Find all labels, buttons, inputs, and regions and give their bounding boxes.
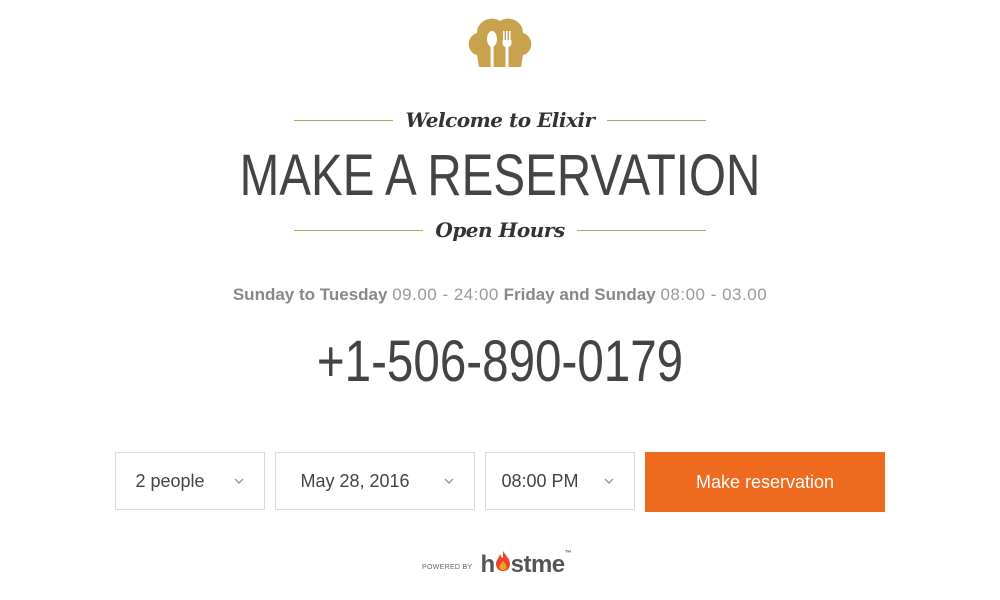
hostme-logo: h stme™ xyxy=(480,550,571,579)
time-select[interactable]: 08:00 PM xyxy=(485,452,635,510)
hours-time-range-1: 09.00 - 24:00 xyxy=(392,285,499,304)
powered-by-hostme[interactable]: POWERED BY h stme™ xyxy=(422,550,572,579)
hours-time-range-2: 08:00 - 03.00 xyxy=(660,285,768,304)
chevron-down-icon xyxy=(444,478,454,484)
powered-by-label: POWERED BY xyxy=(422,564,473,571)
trademark-symbol: ™ xyxy=(564,550,572,557)
time-value: 08:00 PM xyxy=(501,470,579,491)
chef-hat-logo-icon xyxy=(468,18,532,67)
party-size-select[interactable]: 2 people xyxy=(115,452,265,510)
brand-prefix: h xyxy=(480,551,495,578)
opening-hours: Sunday to Tuesday 09.00 - 24:00 Friday a… xyxy=(0,285,1000,305)
date-value: May 28, 2016 xyxy=(300,470,410,491)
divider-line-left xyxy=(294,229,424,231)
open-hours-heading-row: Open Hours xyxy=(294,218,706,242)
flame-icon xyxy=(495,551,510,571)
party-size-value: 2 people xyxy=(135,470,205,491)
hours-day-range-1: Sunday to Tuesday xyxy=(232,285,388,304)
phone-number[interactable]: +1-506-890-0179 xyxy=(90,328,910,395)
divider-line-left xyxy=(294,119,394,121)
welcome-text: Welcome to Elixir xyxy=(405,108,595,132)
hours-day-range-2: Friday and Sunday xyxy=(503,285,656,304)
welcome-heading-row: Welcome to Elixir xyxy=(294,108,706,132)
date-select[interactable]: May 28, 2016 xyxy=(275,452,475,510)
page-title: MAKE A RESERVATION xyxy=(239,143,761,208)
chevron-down-icon xyxy=(604,478,614,484)
make-reservation-button[interactable]: Make reservation xyxy=(645,452,885,512)
divider-line-right xyxy=(606,119,706,121)
open-hours-heading: Open Hours xyxy=(435,218,565,242)
chevron-down-icon xyxy=(234,478,244,484)
brand-suffix: stme xyxy=(510,551,566,578)
divider-line-right xyxy=(576,229,706,231)
